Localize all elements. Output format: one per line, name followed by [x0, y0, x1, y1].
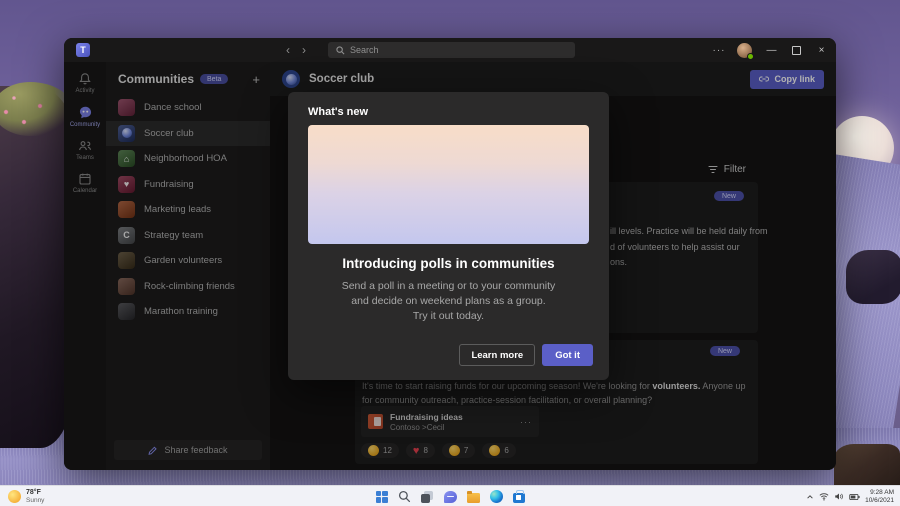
desktop: T ‹ › Search ··· — × Activity: [0, 0, 900, 506]
taskbar: 78°F Sunny 9:28 AM 10/6/2021: [0, 485, 900, 506]
battery-icon[interactable]: [849, 493, 860, 501]
start-button[interactable]: [376, 491, 388, 503]
dialog-title: Introducing polls in communities: [288, 256, 609, 271]
file-explorer-icon[interactable]: [467, 493, 480, 503]
maximize-button[interactable]: [784, 38, 809, 62]
minimize-button[interactable]: —: [759, 38, 784, 62]
presence-available-icon: [747, 53, 754, 60]
more-options-button[interactable]: ···: [708, 45, 730, 56]
user-avatar[interactable]: [737, 43, 752, 58]
learn-more-button[interactable]: Learn more: [459, 344, 535, 366]
cliff-graphic: [0, 86, 74, 448]
feature-illustration: [308, 125, 589, 244]
chat-icon[interactable]: [444, 491, 457, 503]
grass-flowers-graphic: [0, 82, 74, 136]
whats-new-dialog: What's new Introducing polls in communit…: [288, 92, 609, 380]
volume-icon[interactable]: [834, 492, 844, 501]
title-bar[interactable]: T ‹ › Search ··· — ×: [64, 38, 836, 62]
tray-time: 9:28 AM: [865, 489, 894, 497]
teams-window: T ‹ › Search ··· — × Activity: [64, 38, 836, 470]
teams-app-icon: T: [76, 43, 90, 57]
edge-icon[interactable]: [490, 490, 503, 503]
wifi-icon[interactable]: [819, 492, 829, 501]
dialog-header: What's new: [308, 106, 368, 118]
taskbar-search-icon[interactable]: [398, 490, 411, 503]
clock[interactable]: 9:28 AM 10/6/2021: [865, 489, 894, 504]
search-placeholder: Search: [350, 45, 379, 55]
back-button[interactable]: ‹: [286, 43, 290, 57]
search-icon: [336, 46, 345, 55]
store-icon[interactable]: [513, 493, 525, 503]
got-it-button[interactable]: Got it: [542, 344, 593, 366]
tray-date: 10/6/2021: [865, 497, 894, 505]
close-button[interactable]: ×: [809, 38, 834, 62]
rock-graphic: [846, 250, 900, 304]
tray-chevron-icon[interactable]: [806, 493, 814, 501]
system-tray: 9:28 AM 10/6/2021: [806, 486, 894, 506]
search-input[interactable]: Search: [328, 42, 575, 58]
forward-button[interactable]: ›: [302, 43, 306, 57]
taskbar-icons: [0, 486, 900, 506]
dialog-body: Send a poll in a meeting or to your comm…: [288, 279, 609, 324]
task-view-icon[interactable]: [421, 491, 434, 503]
